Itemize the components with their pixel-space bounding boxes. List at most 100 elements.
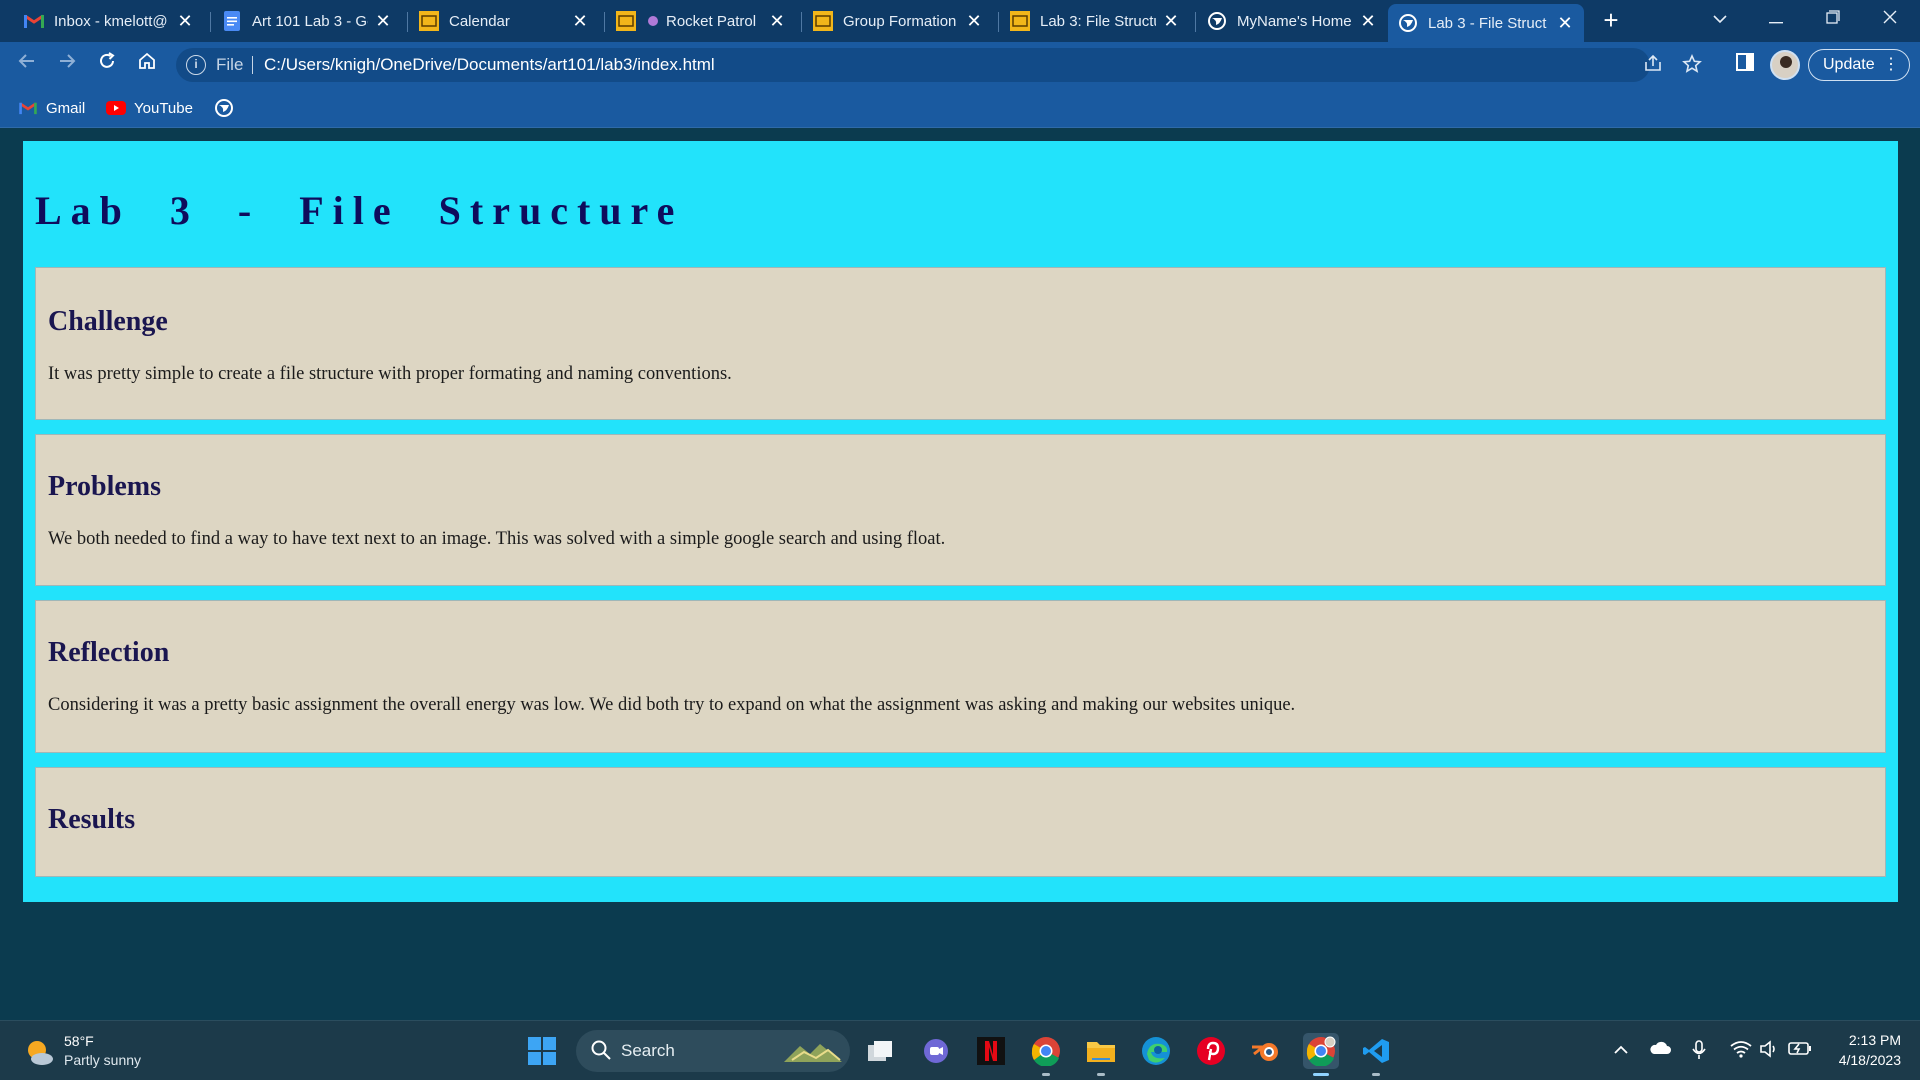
tab-group-formation[interactable]: Group Formation ✕ [803,4,993,38]
section-problems: Problems We both needed to find a way to… [35,434,1886,586]
reload-icon[interactable] [93,51,121,79]
vscode-icon[interactable] [1358,1033,1394,1076]
tab-separator [1195,12,1196,32]
section-results: Results [35,767,1886,877]
teams-chat-icon[interactable] [918,1033,954,1069]
bookmark-globe[interactable] [214,97,242,119]
wifi-icon[interactable] [1730,1040,1752,1062]
tab-separator [210,12,211,32]
search-label: Search [621,1041,675,1060]
lab3-page: Lab 3 - File Structure Challenge It was … [23,141,1898,902]
bookmark-gmail[interactable]: Gmail [18,97,85,119]
tab-separator [604,12,605,32]
section-heading: Results [48,804,136,835]
restore-icon[interactable] [1813,6,1853,34]
page-title: Lab 3 - File Structure [35,188,684,233]
tab-title: Art 101 Lab 3 - Go [252,12,368,30]
update-button[interactable]: Update ⋮ [1808,49,1910,81]
back-icon[interactable] [13,51,41,79]
tab-close-icon[interactable]: ✕ [176,12,194,30]
rocket-icon [646,11,660,31]
tab-separator [998,12,999,32]
tab-close-icon[interactable]: ✕ [374,12,392,30]
side-panel-icon[interactable] [1731,51,1759,79]
tab-google-doc[interactable]: Art 101 Lab 3 - Go ✕ [212,4,402,38]
tab-close-icon[interactable]: ✕ [1162,12,1180,30]
edge-icon[interactable] [1138,1033,1174,1069]
url-text[interactable]: C:/Users/knigh/OneDrive/Documents/art101… [264,55,715,75]
profile-avatar[interactable] [1770,50,1800,80]
weather-condition[interactable]: Partly sunny [64,1052,141,1068]
globe-icon [1207,11,1227,31]
section-challenge: Challenge It was pretty simple to create… [35,267,1886,420]
taskbar-search[interactable]: Search [576,1030,850,1072]
volume-icon[interactable] [1758,1040,1780,1062]
bookmark-youtube[interactable]: YouTube [106,97,193,119]
ucsc-icon [616,11,636,31]
browser-toolbar: i File C:/Users/knigh/OneDrive/Documents… [0,42,1920,88]
tab-close-icon[interactable]: ✕ [768,12,786,30]
windows-taskbar: 58°F Partly sunny Search 2:13 PM 4/18/20… [0,1020,1920,1080]
tab-separator [801,12,802,32]
netflix-icon[interactable] [973,1033,1009,1069]
ucsc-icon [813,11,833,31]
tab-close-icon[interactable]: ✕ [965,12,983,30]
windows-start-icon[interactable] [528,1037,558,1067]
home-icon[interactable] [133,51,161,79]
section-heading: Problems [48,471,162,502]
browser-tab-strip: Inbox - kmelott@ ✕ Art 101 Lab 3 - Go ✕ … [0,0,1920,42]
address-bar[interactable]: i File C:/Users/knigh/OneDrive/Documents… [176,48,1702,82]
tab-title: Inbox - kmelott@ [54,12,168,30]
forward-icon[interactable] [53,51,81,79]
tab-title: Calendar [449,12,510,30]
clock-time[interactable]: 2:13 PM [1815,1032,1901,1048]
section-body: It was pretty simple to create a file st… [48,364,732,384]
pinterest-icon[interactable] [1193,1033,1229,1069]
bookmarks-bar: Gmail YouTube [0,88,1920,128]
section-heading: Reflection [48,637,170,668]
onedrive-cloud-icon[interactable] [1649,1040,1671,1062]
partly-sunny-icon[interactable] [24,1037,54,1067]
tab-close-icon[interactable]: ✕ [571,12,589,30]
tab-search-icon[interactable] [1700,6,1740,34]
bookmark-star-icon[interactable] [1681,54,1703,76]
tab-mynames-home[interactable]: MyName's Home ✕ [1197,4,1387,38]
bookmark-label: Gmail [46,99,86,117]
clock-date[interactable]: 4/18/2023 [1815,1052,1901,1068]
tab-close-icon[interactable]: ✕ [1556,14,1574,32]
close-window-icon[interactable] [1870,6,1910,34]
microphone-icon[interactable] [1688,1040,1710,1062]
tab-lab3-file-structure[interactable]: Lab 3: File Structu ✕ [1000,4,1190,38]
more-options-icon[interactable]: ⋮ [1883,50,1899,79]
tab-calendar[interactable]: Calendar ✕ [409,4,599,38]
tab-title: Lab 3 - File Struct [1428,14,1547,32]
tab-lab3-active[interactable]: Lab 3 - File Struct ✕ [1388,4,1584,42]
site-info-icon[interactable]: i [186,55,206,75]
tab-gmail-inbox[interactable]: Inbox - kmelott@ ✕ [14,4,204,38]
file-explorer-icon[interactable] [1083,1033,1119,1076]
minimize-icon[interactable] [1756,6,1796,34]
section-heading: Challenge [48,306,168,337]
globe-icon [1398,13,1418,33]
blender-icon[interactable] [1248,1033,1284,1069]
weather-temperature[interactable]: 58°F [64,1033,94,1049]
gmail-icon [18,98,38,118]
show-hidden-icons-chevron-up-icon[interactable] [1610,1040,1632,1062]
tab-title: MyName's Home [1237,12,1352,30]
share-icon[interactable] [1642,54,1664,76]
tab-close-icon[interactable]: ✕ [1359,12,1377,30]
new-tab-button[interactable]: + [1598,7,1624,34]
tab-title: Rocket Patrol [666,12,757,30]
section-body: Considering it was a pretty basic assign… [48,695,1296,715]
search-icon [590,1039,612,1061]
globe-icon [214,98,234,118]
tab-title: Group Formation [843,12,957,30]
search-highlight-art [782,1040,844,1064]
task-view-icon[interactable] [862,1033,898,1069]
chrome-icon[interactable] [1028,1033,1064,1076]
chrome-profile-icon[interactable] [1303,1033,1339,1076]
google-docs-icon [222,11,242,31]
battery-charging-icon[interactable] [1788,1040,1811,1062]
tab-rocket-patrol[interactable]: Rocket Patrol ✕ [606,4,796,38]
section-body: We both needed to find a way to have tex… [48,529,946,549]
